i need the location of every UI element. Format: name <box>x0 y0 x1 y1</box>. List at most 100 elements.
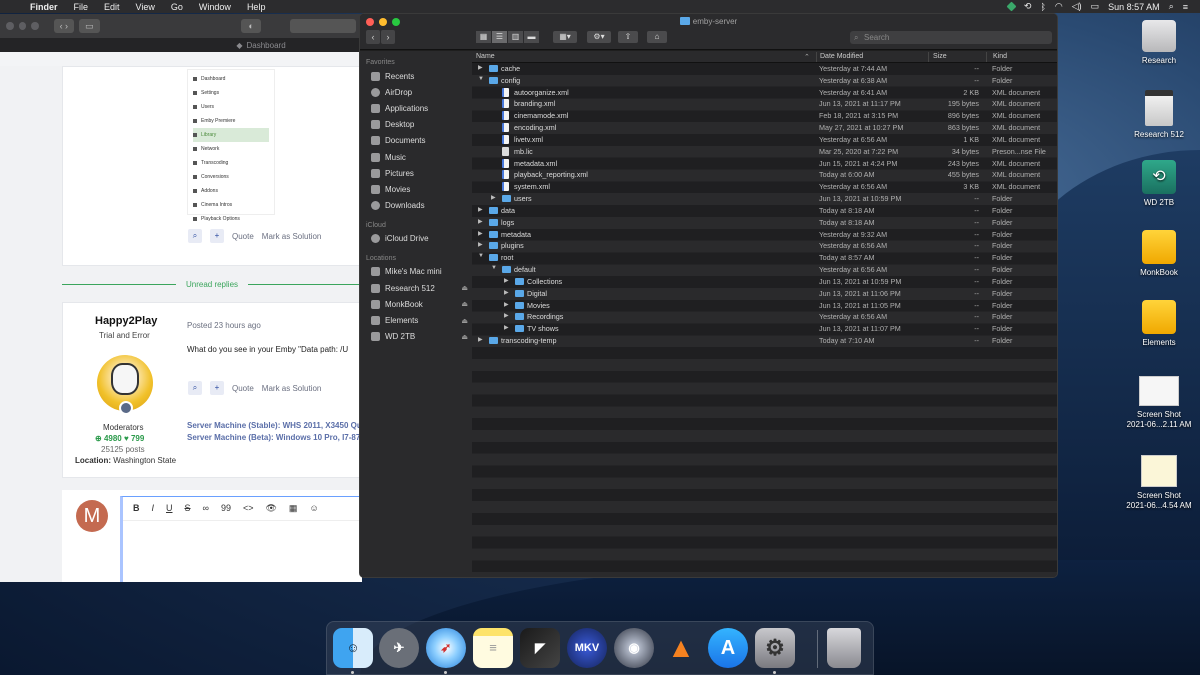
sidebar-item-icloud-drive[interactable]: iCloud Drive <box>360 231 472 247</box>
file-row-livetv[interactable]: livetv.xml Yesterday at 6:56 AM 1 KB XML do… <box>472 134 1057 146</box>
disclosure-triangle-icon[interactable]: ▶ <box>504 324 509 331</box>
file-row-default[interactable]: ▼ default Yesterday at 6:56 AM -- Folder <box>472 264 1057 276</box>
disclosure-triangle-icon[interactable]: ▶ <box>504 312 509 319</box>
wifi-icon[interactable]: ◠ <box>1055 1 1063 12</box>
trash-icon[interactable] <box>827 628 861 668</box>
disclosure-triangle-icon[interactable]: ▶ <box>478 230 483 237</box>
menu-app-name[interactable]: Finder <box>22 2 66 12</box>
disclosure-triangle-icon[interactable]: ▶ <box>491 194 496 201</box>
file-row-encoding[interactable]: encoding.xml May 27, 2021 at 10:27 PM 863 … <box>472 122 1057 134</box>
disclosure-triangle-icon[interactable]: ▶ <box>478 241 483 248</box>
sidebar-item-airdrop[interactable]: AirDrop <box>360 84 472 100</box>
icon-view-button[interactable]: ▦ <box>476 31 491 43</box>
post-username[interactable]: Happy2Play <box>95 315 157 327</box>
sidebar-item-monkbook[interactable]: MonkBook ⏏ <box>360 296 472 312</box>
file-row-metadata[interactable]: ▶ metadata Yesterday at 9:32 AM -- Folder <box>472 229 1057 241</box>
desktop-icon-screenshot-2[interactable]: Screen Shot 2021-06...4.54 AM <box>1114 455 1200 511</box>
disclosure-triangle-icon[interactable]: ▶ <box>478 64 483 71</box>
action-gear-icon[interactable]: ⚙▾ <box>587 31 611 43</box>
sidebar-item-documents[interactable]: Documents <box>360 133 472 149</box>
mark-solution-button[interactable]: Mark as Solution <box>262 384 322 393</box>
desktop-icon-wd-2tb[interactable]: ⟲ WD 2TB <box>1114 160 1200 208</box>
menu-window[interactable]: Window <box>191 2 239 12</box>
eject-icon[interactable]: ⏏ <box>461 317 468 325</box>
column-size[interactable]: Size <box>933 53 947 60</box>
file-row-users[interactable]: ▶ users Jun 13, 2021 at 10:59 PM -- Folder <box>472 193 1057 205</box>
plus-icon[interactable]: + <box>210 229 224 243</box>
close-button[interactable] <box>6 22 14 30</box>
quote-format-button[interactable]: 99 <box>221 503 231 514</box>
disclosure-triangle-icon[interactable]: ▼ <box>478 76 484 82</box>
bluetooth-icon[interactable]: ᛒ <box>1040 2 1045 12</box>
emoji-button[interactable]: ☺ <box>309 503 318 514</box>
italic-button[interactable]: I <box>152 503 155 514</box>
eject-icon[interactable]: ⏏ <box>461 300 468 308</box>
menu-edit[interactable]: Edit <box>96 2 128 12</box>
volume-icon[interactable]: ◁) <box>1072 1 1082 12</box>
file-row-branding[interactable]: branding.xml Jun 13, 2021 at 11:17 PM 195 … <box>472 98 1057 110</box>
underline-button[interactable]: U <box>166 503 173 514</box>
column-kind[interactable]: Kind <box>993 53 1007 60</box>
disclosure-triangle-icon[interactable]: ▼ <box>478 253 484 259</box>
desktop-icon-research[interactable]: Research <box>1114 20 1200 66</box>
sidebar-item-applications[interactable]: Applications <box>360 100 472 116</box>
menu-file[interactable]: File <box>66 2 97 12</box>
strikethrough-button[interactable]: S <box>185 503 191 514</box>
time-machine-icon[interactable]: ⟲ <box>1024 1 1032 12</box>
clock[interactable]: Sun 8:57 AM <box>1108 2 1160 12</box>
sidebar-item-mac-mini[interactable]: Mike's Mac mini <box>360 264 472 280</box>
file-row-logs[interactable]: ▶ logs Today at 8:18 AM -- Folder <box>472 217 1057 229</box>
disclosure-triangle-icon[interactable]: ▶ <box>504 289 509 296</box>
desktop-icon-research-512[interactable]: Research 512 <box>1114 90 1200 140</box>
sidebar-toggle-button[interactable]: ▭ <box>79 19 100 33</box>
finder-icon[interactable]: ☺ <box>333 628 373 668</box>
quote-button[interactable]: Quote <box>232 232 254 241</box>
sidebar-item-movies[interactable]: Movies <box>360 181 472 197</box>
eject-icon[interactable]: ⏏ <box>461 333 468 341</box>
app-store-icon[interactable]: A <box>708 628 748 668</box>
system-preferences-icon[interactable]: ⚙ <box>755 628 795 668</box>
list-view-button[interactable]: ☰ <box>492 31 507 43</box>
gallery-view-button[interactable]: ▬ <box>524 31 539 43</box>
sidebar-item-pictures[interactable]: Pictures <box>360 165 472 181</box>
search-input[interactable]: ⌕ Search <box>850 31 1052 44</box>
bold-button[interactable]: B <box>133 503 140 514</box>
disclosure-triangle-icon[interactable]: ▶ <box>478 206 483 213</box>
infuse-icon[interactable]: ◤ <box>520 628 560 668</box>
column-date-modified[interactable]: Date Modified <box>820 53 863 60</box>
forward-button[interactable]: › <box>381 30 395 44</box>
desktop-icon-elements[interactable]: Elements <box>1114 300 1200 348</box>
address-bar[interactable] <box>290 19 356 33</box>
file-row-collections[interactable]: ▶ Collections Jun 13, 2021 at 10:59 PM -- Fo… <box>472 276 1057 288</box>
control-center-icon[interactable]: ≡ <box>1183 2 1188 12</box>
disclosure-triangle-icon[interactable]: ▶ <box>504 301 509 308</box>
media-player-icon[interactable]: ◉ <box>614 628 654 668</box>
search-icon[interactable]: ⌕ <box>188 381 202 395</box>
column-name[interactable]: Name <box>476 53 495 60</box>
column-view-button[interactable]: ▥ <box>508 31 523 43</box>
zoom-button[interactable] <box>31 22 39 30</box>
safari-icon[interactable]: ➶ <box>426 628 466 668</box>
screenshot-thumbnail[interactable]: Dashboard Settings Users Emby Premiere L… <box>187 69 275 222</box>
avatar[interactable] <box>97 355 153 415</box>
sidebar-item-music[interactable]: Music <box>360 149 472 165</box>
link-button[interactable]: ∞ <box>203 503 209 514</box>
tag-icon[interactable]: ⌂ <box>647 31 667 43</box>
mark-solution-button[interactable]: Mark as Solution <box>262 232 322 241</box>
file-row-movies[interactable]: ▶ Movies Jun 13, 2021 at 11:05 PM -- Folder <box>472 300 1057 312</box>
menu-go[interactable]: Go <box>163 2 191 12</box>
vlc-icon[interactable]: ▲ <box>661 628 701 668</box>
search-icon[interactable]: ⌕ <box>1169 1 1174 12</box>
disclosure-triangle-icon[interactable]: ▶ <box>504 277 509 284</box>
disclosure-triangle-icon[interactable]: ▼ <box>491 265 497 271</box>
disclosure-triangle-icon[interactable]: ▶ <box>478 336 483 343</box>
back-button[interactable]: ‹ › <box>53 19 75 33</box>
browser-tab[interactable]: ◆ Dashboard <box>0 38 362 52</box>
file-row-metadata-xml[interactable]: metadata.xml Jun 15, 2021 at 4:24 PM 243 b… <box>472 158 1057 170</box>
file-row-playback-reporting[interactable]: playback_reporting.xml Today at 6:00 AM 45… <box>472 169 1057 181</box>
quote-button[interactable]: Quote <box>232 384 254 393</box>
file-row-system[interactable]: system.xml Yesterday at 6:56 AM 3 KB XML do… <box>472 181 1057 193</box>
battery-icon[interactable]: ▭ <box>1091 1 1100 12</box>
sort-chevron-icon[interactable]: ⌃ <box>804 53 810 61</box>
plus-icon[interactable]: + <box>210 381 224 395</box>
